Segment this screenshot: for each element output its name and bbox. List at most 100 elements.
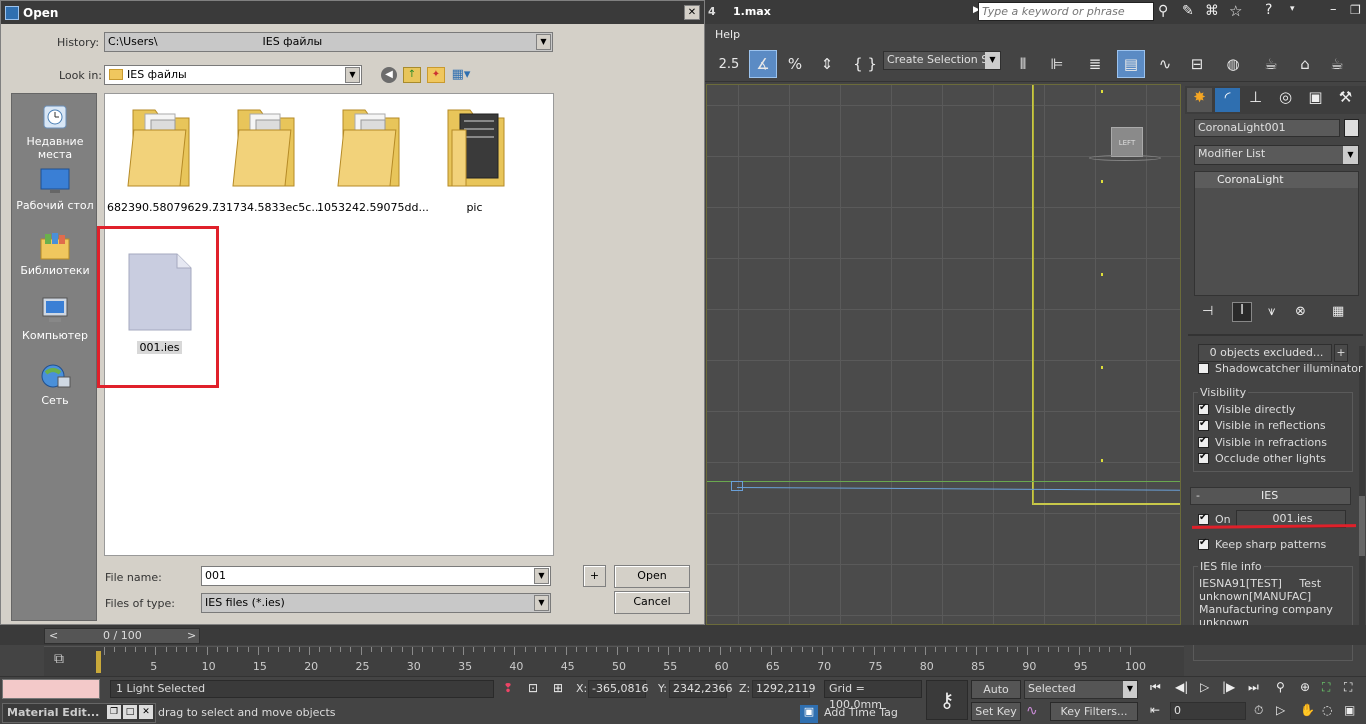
y-coordinate-field[interactable]: 2342,2366 — [669, 680, 733, 698]
edit-named-selection-icon[interactable]: { } — [851, 50, 879, 78]
time-tag-icon[interactable]: ▣ — [800, 705, 818, 723]
hierarchy-tab-icon[interactable]: ⊥ — [1243, 88, 1268, 112]
x-coordinate-field[interactable]: -365,0816 — [588, 680, 648, 698]
panel-scrollbar-thumb[interactable] — [1359, 496, 1365, 556]
ies-rollout-header[interactable]: - IES — [1190, 487, 1351, 505]
auto-key-button[interactable]: Auto Key — [971, 680, 1021, 713]
layer-manager-icon[interactable]: ≣ — [1081, 50, 1109, 78]
named-selection-set-dropdown[interactable]: Create Selection Se ▼ — [883, 51, 1001, 70]
time-slider[interactable]: < 0 / 100 > — [44, 628, 200, 644]
restore-icon[interactable]: ❐ — [107, 705, 121, 719]
play-icon[interactable]: ▷ — [1200, 680, 1209, 694]
utilities-tab-icon[interactable]: ⚒ — [1333, 88, 1358, 112]
maximize-viewport-icon[interactable]: ▣ — [1344, 703, 1355, 717]
material-editor-icon[interactable]: ◍ — [1219, 50, 1247, 78]
chevron-down-icon[interactable]: ▼ — [345, 67, 360, 83]
curve-editor-icon[interactable]: ∿ — [1151, 50, 1179, 78]
visible-directly-checkbox[interactable] — [1198, 402, 1209, 415]
increment-button[interactable]: + — [583, 565, 606, 587]
folder-item[interactable]: 731734.5833ec5c... — [212, 100, 322, 214]
motion-tab-icon[interactable]: ◎ — [1273, 88, 1298, 112]
z-coordinate-field[interactable]: 1292,2119 — [752, 680, 816, 698]
lookin-combo[interactable]: IES файлы ▼ — [104, 65, 362, 85]
key-mode-icon[interactable]: ⇤ — [1150, 703, 1160, 717]
set-key-mode-icon[interactable]: ⚷ — [926, 680, 968, 720]
prev-frame-icon[interactable]: ◀| — [1175, 680, 1188, 694]
mirror-icon[interactable]: ⫴ — [1009, 50, 1037, 78]
render-production-icon[interactable]: ☕ — [1323, 50, 1351, 78]
menu-help[interactable]: Help — [715, 28, 740, 41]
folder-item[interactable]: 682390.58079629... — [107, 100, 219, 214]
place-computer[interactable]: Компьютер — [12, 296, 98, 342]
new-folder-icon[interactable]: ✦ — [427, 67, 445, 83]
visible-refractions-checkbox[interactable] — [1198, 435, 1209, 448]
visible-directly-row[interactable]: Visible directly — [1198, 401, 1295, 417]
schematic-view-icon[interactable]: ⊟ — [1183, 50, 1211, 78]
percent-snap-icon[interactable]: % — [781, 50, 809, 78]
occlude-lights-checkbox[interactable] — [1198, 451, 1209, 464]
keep-sharp-checkbox[interactable] — [1198, 537, 1209, 550]
place-recent[interactable]: Недавние места — [12, 102, 98, 161]
fov-icon[interactable]: ▷ — [1276, 703, 1285, 717]
keep-sharp-row[interactable]: Keep sharp patterns — [1198, 536, 1326, 552]
pin-stack-icon[interactable]: ⊣ — [1202, 304, 1213, 319]
trackbar[interactable]: ⧉ 5 10 15 20 25 30 35 40 45 50 55 60 65 70 75 80 85 90 95 1… — [44, 646, 1184, 676]
help-dropdown-icon[interactable]: ▾ — [1290, 4, 1295, 14]
star-icon[interactable]: ☆ — [1229, 2, 1242, 20]
display-tab-icon[interactable]: ▣ — [1303, 88, 1328, 112]
chevron-down-icon[interactable]: ▼ — [534, 568, 549, 584]
search-input[interactable] — [978, 2, 1154, 21]
minimize-icon[interactable]: – — [1330, 2, 1337, 17]
back-icon[interactable]: ◀ — [381, 67, 397, 83]
isolate-icon[interactable]: ❢ — [503, 681, 513, 695]
history-combo[interactable]: C:\Users\ IES файлы ▼ — [104, 32, 553, 52]
up-folder-icon[interactable]: ↑ — [403, 67, 421, 83]
current-frame-field[interactable]: 0 — [1170, 702, 1246, 720]
visible-reflections-checkbox[interactable] — [1198, 418, 1209, 431]
help-icon[interactable]: ? — [1265, 2, 1272, 18]
goto-end-icon[interactable]: ⏭ — [1248, 680, 1259, 695]
close-icon[interactable]: ✕ — [139, 705, 153, 719]
modifier-list-dropdown[interactable]: Modifier List ▼ — [1194, 145, 1359, 165]
goto-start-icon[interactable]: ⏮ — [1150, 680, 1161, 695]
next-frame-icon[interactable]: |▶ — [1222, 680, 1235, 694]
visible-refractions-row[interactable]: Visible in refractions — [1198, 434, 1327, 450]
zoom-all-icon[interactable]: ⊕ — [1300, 680, 1310, 694]
filetype-select[interactable]: IES files (*.ies) ▼ — [201, 593, 551, 613]
stack-item-coronalight[interactable]: CoronaLight — [1195, 172, 1358, 188]
material-editor-taskbar[interactable]: Material Edit... ❐ □ ✕ — [2, 703, 156, 723]
scene-explorer-icon[interactable]: ▤ — [1117, 50, 1145, 78]
curve-editor-mini-icon[interactable]: ⧉ — [54, 651, 64, 667]
ies-on-checkbox[interactable] — [1198, 512, 1209, 525]
viewcube[interactable]: LEFT — [1111, 127, 1143, 157]
close-icon[interactable]: ✕ — [684, 5, 700, 20]
set-key-button[interactable]: Set Key — [971, 702, 1021, 721]
network-icon[interactable]: ⌘ — [1205, 3, 1219, 19]
panel-scrollbar[interactable] — [1359, 346, 1365, 625]
open-button[interactable]: Open — [614, 565, 690, 588]
render-setup-icon[interactable]: ☕ — [1257, 50, 1285, 78]
zoom-extents-all-icon[interactable]: ⛶ — [1344, 680, 1352, 695]
object-name-field[interactable]: CoronaLight001 — [1194, 119, 1340, 137]
chevron-down-icon[interactable]: ▼ — [536, 34, 551, 50]
binoculars-icon[interactable]: ⚲ — [1158, 3, 1168, 19]
light-target-box[interactable] — [731, 481, 743, 491]
view-menu-icon[interactable]: ▦▾ — [451, 67, 471, 83]
orbit-icon[interactable]: ◌ — [1322, 703, 1332, 717]
key-icon[interactable]: ✎ — [1182, 3, 1194, 19]
maxscript-listener[interactable] — [2, 679, 100, 699]
folder-item[interactable]: pic — [422, 100, 527, 214]
show-end-result-icon[interactable]: I — [1232, 302, 1252, 322]
make-unique-icon[interactable]: ⩛ — [1268, 304, 1275, 319]
time-cursor[interactable] — [96, 651, 101, 673]
align-icon[interactable]: ⊫ — [1043, 50, 1071, 78]
angle-snap-icon[interactable]: ∡ — [749, 50, 777, 78]
key-set-dropdown[interactable]: Selected ▼ — [1024, 680, 1138, 699]
pan-icon[interactable]: ✋ — [1300, 703, 1315, 717]
shadowcatcher-row[interactable]: Shadowcatcher illuminator — [1198, 360, 1363, 376]
spinner-snap-icon[interactable]: ⇕ — [813, 50, 841, 78]
restore-icon[interactable]: ❐ — [1350, 3, 1361, 17]
time-config-icon[interactable]: ⏱ — [1254, 703, 1263, 718]
place-network[interactable]: Сеть — [12, 361, 98, 407]
place-desktop[interactable]: Рабочий стол — [12, 166, 98, 212]
